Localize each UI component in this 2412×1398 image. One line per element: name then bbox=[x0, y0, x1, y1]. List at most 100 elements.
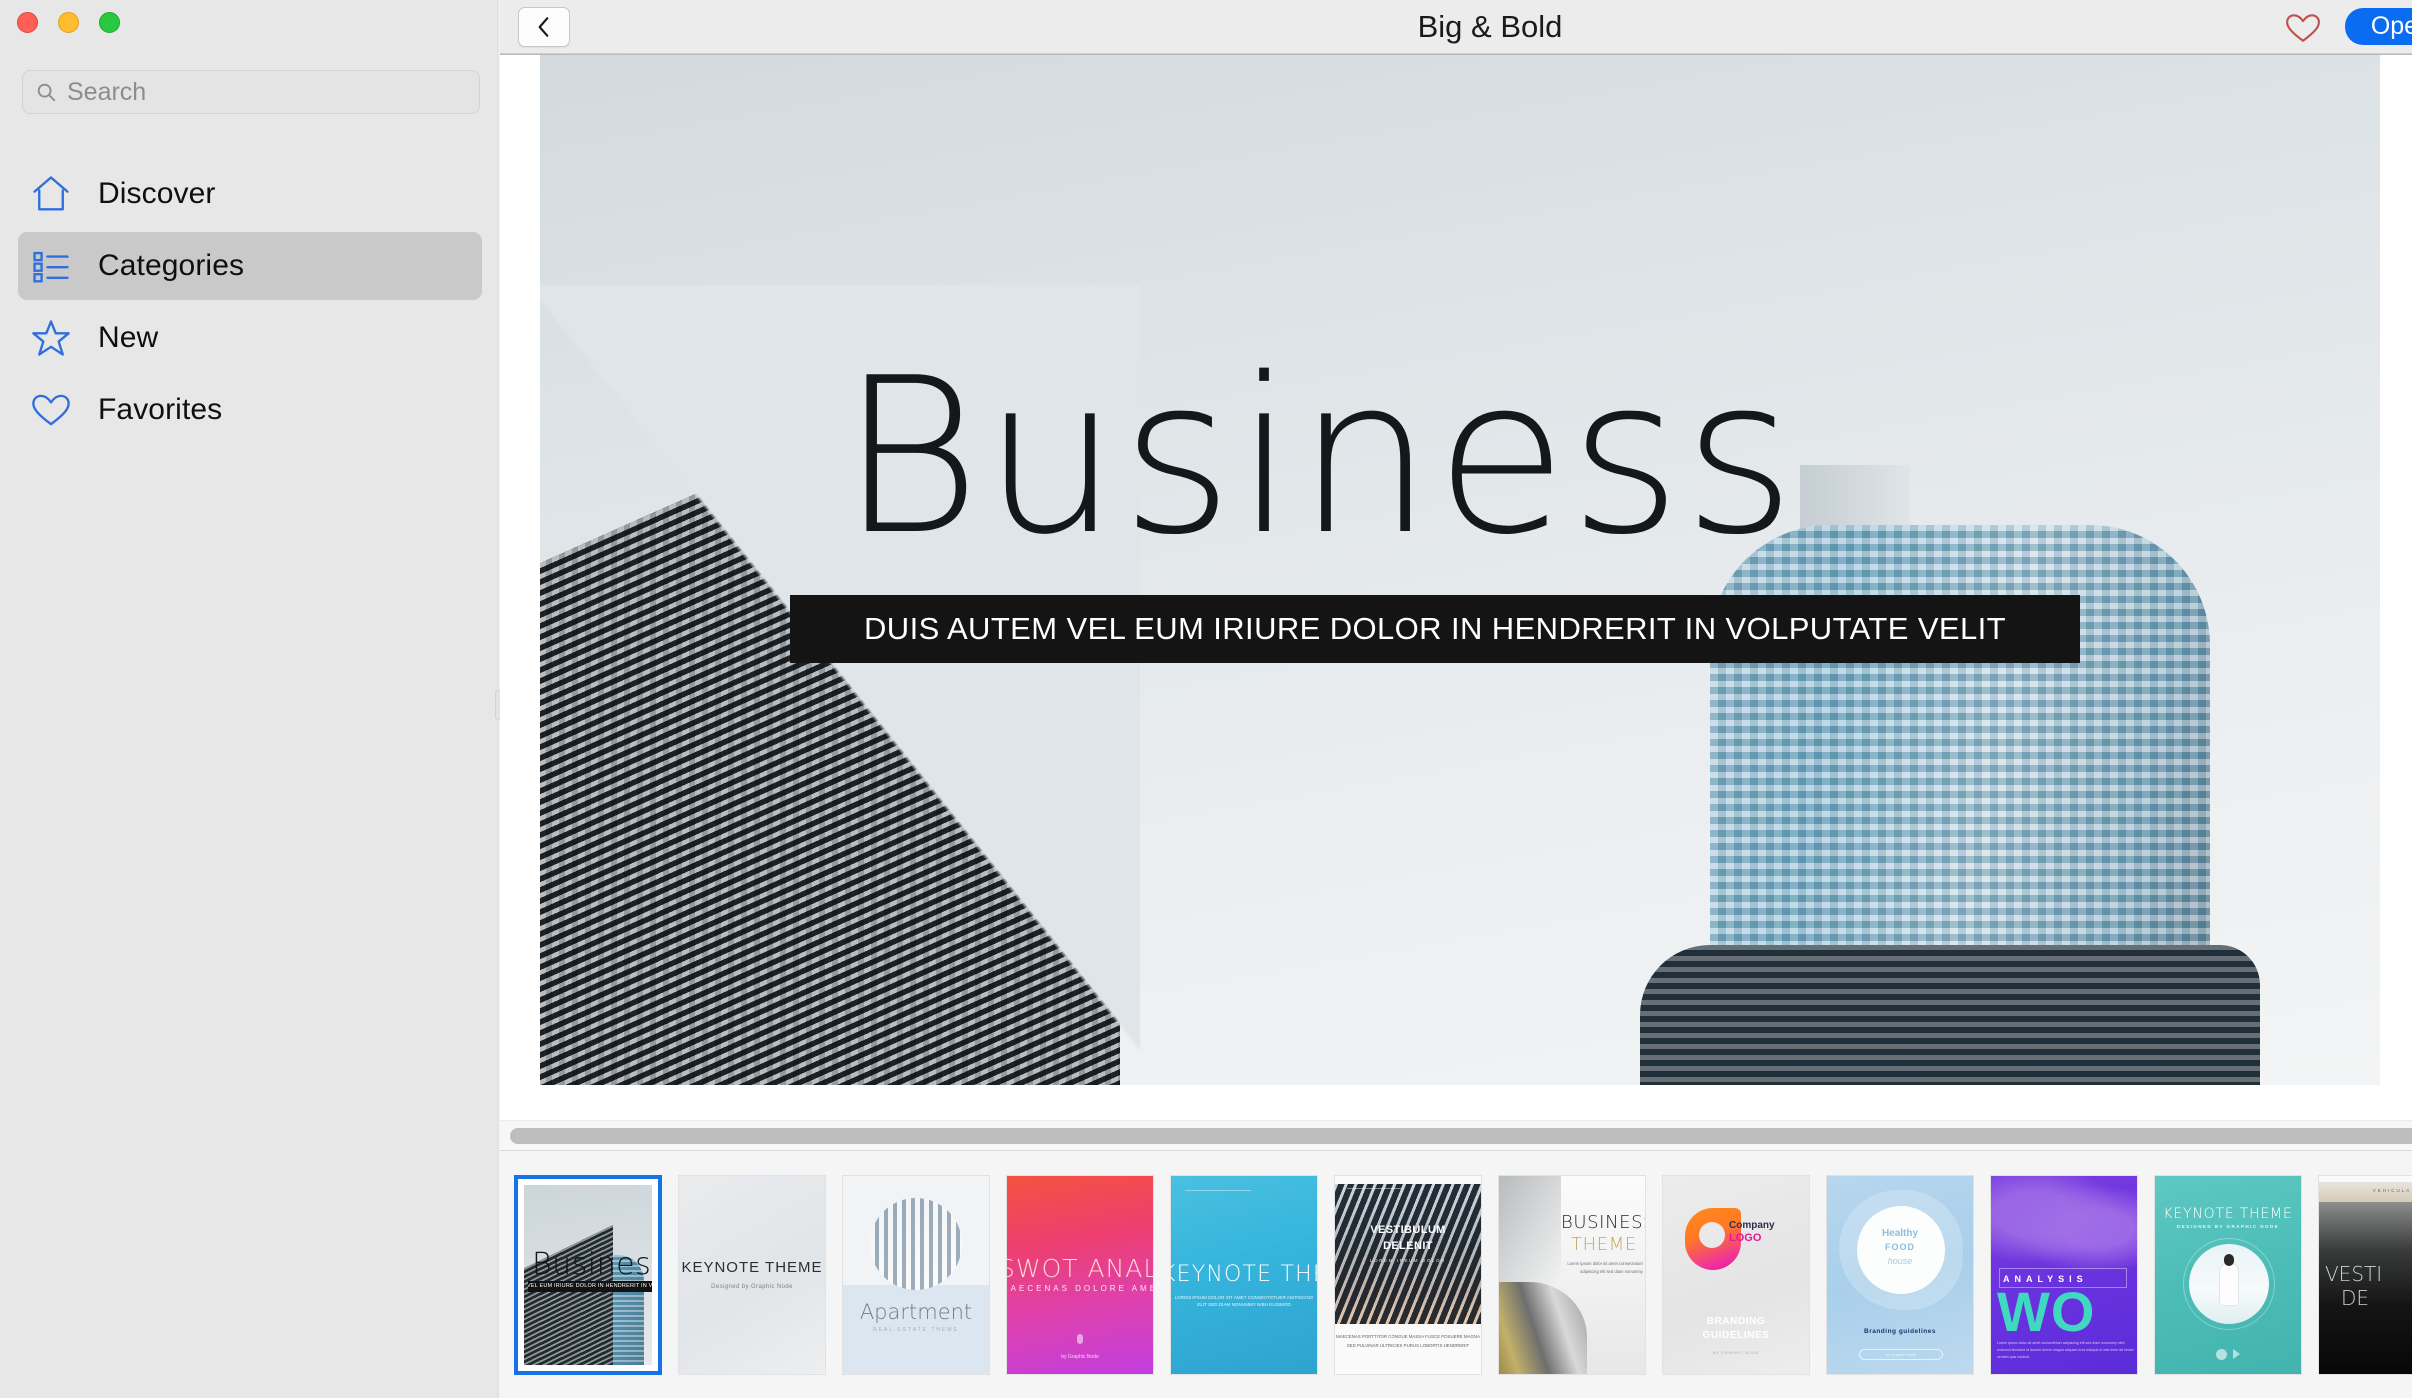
thumbnail-title: VESTIBULUM bbox=[1370, 1223, 1446, 1236]
thumbnail-title-second: DE bbox=[2341, 1285, 2370, 1310]
thumbnail-title-second: THEME bbox=[1571, 1233, 1637, 1255]
thumbnail-keynote-theme-teal[interactable]: KEYNOTE THEME DESIGNED BY GRAPHIC NODE bbox=[2154, 1174, 2302, 1375]
thumbnail-vestibulum-delenit[interactable]: VESTIBULUM DELENIT LOREM IPSUM DOLOR MAE… bbox=[1334, 1174, 1482, 1375]
thumbnail-footer: Lorem ipsum dolor sit amet consectetuer … bbox=[1997, 1340, 2134, 1360]
search-input[interactable] bbox=[67, 77, 467, 107]
list-icon bbox=[30, 245, 72, 287]
thumbnail-footer-second: GUIDELINES bbox=[1702, 1329, 1770, 1341]
hands-photo bbox=[1991, 1175, 2137, 1272]
building-photo bbox=[1335, 1183, 1481, 1324]
railway-photo bbox=[1499, 1281, 1587, 1374]
slide-banner-text: DUIS AUTEM VEL EUM IRIURE DOLOR IN HENDR… bbox=[864, 611, 2006, 646]
thumbnail-footer: BRANDING bbox=[1706, 1315, 1766, 1327]
thumbnail-preview: ANALYSIS WO Lorem ipsum dolor sit amet c… bbox=[1991, 1175, 2137, 1374]
sidebar-item-discover[interactable]: Discover bbox=[18, 160, 482, 228]
decor-line bbox=[1185, 1189, 1251, 1191]
thumbnail-title-second: DELENIT bbox=[1383, 1239, 1433, 1252]
person-head bbox=[2224, 1253, 2234, 1266]
circle-photo bbox=[870, 1197, 962, 1290]
thumbnail-preview: KEYNOTE THEME DESIGNED BY GRAPHIC NODE bbox=[2155, 1175, 2301, 1374]
sidebar-item-categories[interactable]: Categories bbox=[18, 232, 482, 300]
circle-photo bbox=[2189, 1243, 2269, 1324]
sidebar-item-label: Categories bbox=[98, 249, 245, 282]
thumbnail-banner: DUIS AUTEM VEL EUM IRIURE DOLOR IN HENDR… bbox=[528, 1280, 652, 1292]
thumbnail-subtitle: LOREM IPSUM DOLOR bbox=[1370, 1257, 1446, 1263]
thumbnail-title: Business bbox=[532, 1246, 652, 1282]
open-button[interactable]: Open bbox=[2344, 8, 2412, 45]
thumbnail-footer-third: BY GRAPHIC NODE bbox=[1712, 1349, 1760, 1355]
thumbnail-preview: KEYNOTE THEME LOREM IPSUM DOLOR SIT AMET… bbox=[1171, 1175, 1317, 1374]
heart-icon bbox=[30, 389, 72, 431]
thumbnail-subtitle: LOREM IPSUM DOLOR SIT AMET CONSECTETUER … bbox=[1174, 1294, 1314, 1308]
maximize-button[interactable] bbox=[99, 12, 120, 33]
thumbnail-keynote-theme-cyan[interactable]: KEYNOTE THEME LOREM IPSUM DOLOR SIT AMET… bbox=[1170, 1174, 1318, 1375]
slide-title: Business bbox=[840, 331, 1798, 582]
content-area: Big & Bold Open Business DUIS AU bbox=[500, 0, 2412, 1398]
thumbnail-healthy-food-house[interactable]: Healthy FOOD house Branding guidelines b… bbox=[1826, 1174, 1974, 1375]
thumbnail-title: BUSINESS bbox=[1561, 1211, 1645, 1233]
sidebar-item-label: New bbox=[98, 321, 159, 354]
thumbnail-title: KEYNOTE THEME bbox=[2163, 1205, 2293, 1222]
person-figure bbox=[2219, 1261, 2239, 1306]
sidebar: Discover Categories Ne bbox=[0, 0, 502, 1398]
decor-line bbox=[1347, 1187, 1401, 1189]
thumbnail-preview: VESTIBULUM DELENIT LOREM IPSUM DOLOR MAE… bbox=[1335, 1175, 1481, 1374]
decor-dot bbox=[1077, 1333, 1083, 1344]
thumbnail-apartment[interactable]: Apartment REAL ESTATE THEME bbox=[842, 1174, 990, 1375]
thumbnail-title-second: LOGO bbox=[1729, 1231, 1762, 1244]
sidebar-item-favorites[interactable]: Favorites bbox=[18, 376, 482, 444]
playback-controls bbox=[2216, 1348, 2240, 1360]
thumbnail-preview: Company LOGO BRANDING GUIDELINES BY GRAP… bbox=[1663, 1175, 1809, 1374]
slide-banner: DUIS AUTEM VEL EUM IRIURE DOLOR IN HENDR… bbox=[790, 595, 2080, 663]
record-icon bbox=[2216, 1348, 2227, 1360]
thumbnail-title: VESTI bbox=[2325, 1261, 2383, 1286]
toolbar-actions: Open bbox=[2285, 8, 2412, 45]
star-icon bbox=[30, 317, 72, 359]
thumbnail-title: Apartment bbox=[859, 1299, 973, 1324]
back-button[interactable] bbox=[518, 6, 570, 47]
thumbnail-preview: Apartment REAL ESTATE THEME bbox=[843, 1175, 989, 1374]
skyscraper bbox=[524, 1224, 613, 1365]
thumbnail-business[interactable]: Business DUIS AUTEM VEL EUM IRIURE DOLOR… bbox=[514, 1174, 662, 1375]
minimize-button[interactable] bbox=[58, 12, 79, 33]
sidebar-item-label: Favorites bbox=[98, 393, 223, 426]
thumbnail-subtitle: Lorem ipsum dolor sit amet consectetuer … bbox=[1567, 1260, 1643, 1274]
thumbnail-footer: Branding guidelines bbox=[1864, 1327, 1936, 1335]
page-title: Big & Bold bbox=[1417, 8, 1563, 44]
horizontal-scrollbar[interactable] bbox=[500, 1120, 2412, 1150]
thumbnail-subtitle: MAECENAS DOLORE AMET bbox=[1007, 1283, 1153, 1293]
thumbnail-title-second: FOOD bbox=[1885, 1241, 1915, 1252]
toolbar: Big & Bold Open bbox=[500, 0, 2412, 54]
close-button[interactable] bbox=[17, 12, 38, 33]
sidebar-item-label: Discover bbox=[98, 177, 216, 210]
thumbnail-subtitle: Designed by Graphic Node bbox=[711, 1284, 793, 1290]
thumbnail-business-theme-rail[interactable]: BUSINESS THEME Lorem ipsum dolor sit ame… bbox=[1498, 1174, 1646, 1375]
app-window: Discover Categories Ne bbox=[0, 0, 2412, 1398]
thumbnail-vestibulum-dark[interactable]: VEHICULA VESTI DE bbox=[2318, 1174, 2412, 1375]
search-field[interactable] bbox=[22, 70, 480, 114]
thumbnail-subtitle: DESIGNED BY GRAPHIC NODE bbox=[2176, 1223, 2280, 1229]
thumbnail-keynote-theme-light[interactable]: KEYNOTE THEME Designed by Graphic Node bbox=[678, 1174, 826, 1375]
thumbnail-title: SWOT ANALYSIS bbox=[1007, 1253, 1153, 1283]
thumbnail-subtitle: REAL ESTATE THEME bbox=[873, 1326, 959, 1333]
tower-base bbox=[1640, 945, 2260, 1085]
traffic-lights bbox=[17, 12, 120, 33]
favorite-button[interactable] bbox=[2285, 10, 2321, 44]
thumbnail-preview: BUSINESS THEME Lorem ipsum dolor sit ame… bbox=[1499, 1175, 1645, 1374]
thumbnail-title: KEYNOTE THEME bbox=[1171, 1261, 1317, 1287]
thumbnail-title-second: WO bbox=[1997, 1279, 2096, 1343]
thumbnail-title: Healthy bbox=[1881, 1227, 1919, 1239]
preview-area: Business DUIS AUTEM VEL EUM IRIURE DOLOR… bbox=[500, 54, 2412, 1150]
search-icon bbox=[35, 81, 57, 103]
thumbnail-company-logo[interactable]: Company LOGO BRANDING GUIDELINES BY GRAP… bbox=[1662, 1174, 1810, 1375]
sidebar-item-new[interactable]: New bbox=[18, 304, 482, 372]
thumbnail-footer: MAECENAS PORTTITOR CONGUE MASSA FUSCE PO… bbox=[1335, 1333, 1481, 1348]
thumbnail-swot-analysis[interactable]: SWOT ANALYSIS MAECENAS DOLORE AMET by Gr… bbox=[1006, 1174, 1154, 1375]
thumbnail-analysis-swot[interactable]: ANALYSIS WO Lorem ipsum dolor sit amet c… bbox=[1990, 1174, 2138, 1375]
thumbnail-title: Company bbox=[1729, 1219, 1775, 1231]
horizontal-scrollbar-thumb[interactable] bbox=[510, 1128, 2412, 1144]
preview-slide[interactable]: Business DUIS AUTEM VEL EUM IRIURE DOLOR… bbox=[540, 55, 2380, 1085]
thumbnail-preview: VEHICULA VESTI DE bbox=[2319, 1175, 2412, 1374]
thumbnail-strip[interactable]: Business DUIS AUTEM VEL EUM IRIURE DOLOR… bbox=[500, 1150, 2412, 1398]
thumbnail-preview: Business DUIS AUTEM VEL EUM IRIURE DOLOR… bbox=[524, 1184, 652, 1365]
